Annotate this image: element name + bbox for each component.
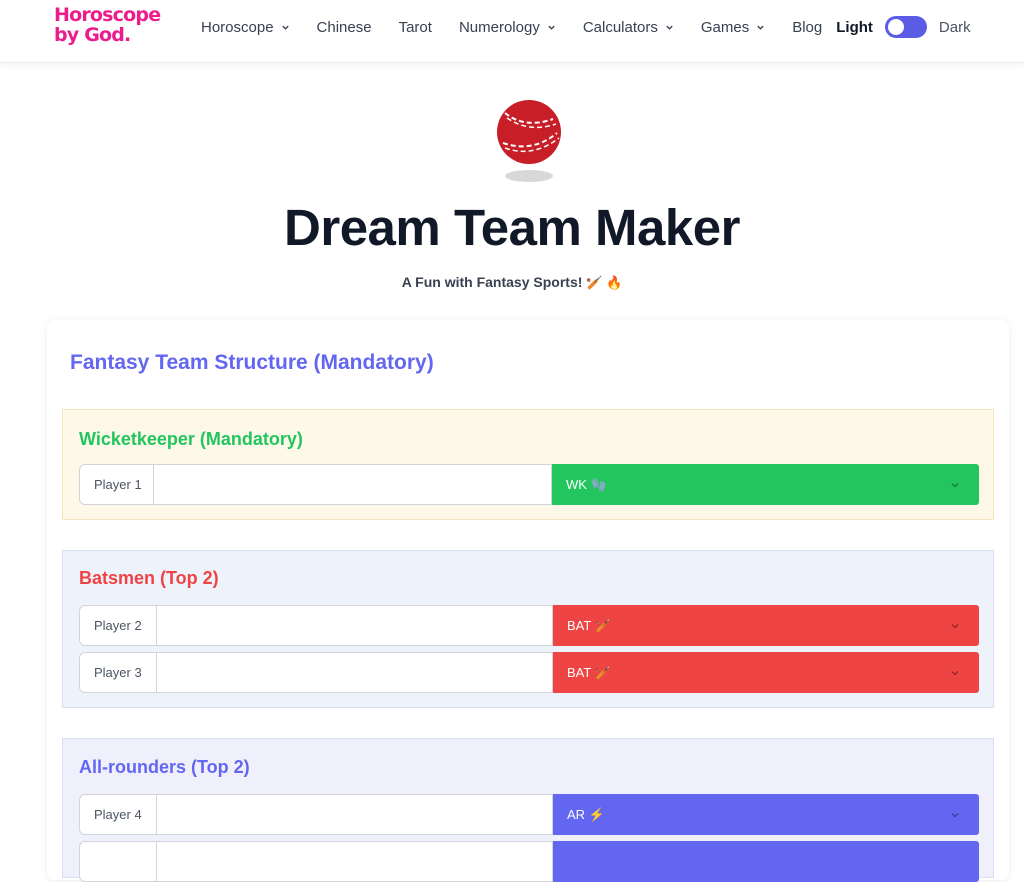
theme-toggle[interactable] <box>884 16 927 38</box>
role-select[interactable] <box>553 841 979 882</box>
role-select[interactable]: BAT 🏏 <box>553 652 979 693</box>
player-row: Player 2 BAT 🏏 <box>79 605 979 646</box>
nav-item-chinese[interactable]: Chinese <box>317 19 372 36</box>
player-label: Player 3 <box>79 652 156 693</box>
chevron-down-icon <box>951 483 959 488</box>
role-value: BAT 🏏 <box>567 617 611 633</box>
nav-item-label: Numerology <box>458 18 540 36</box>
chevron-down-icon <box>951 671 959 676</box>
player-label: Player 1 <box>79 464 153 505</box>
role-value: BAT 🏏 <box>567 664 611 680</box>
player-label <box>79 841 156 882</box>
player-label: Player 4 <box>79 794 156 835</box>
nav-item-label: Blog <box>792 18 823 36</box>
player-label: Player 2 <box>79 605 156 646</box>
theme-light-label: Light <box>836 18 873 36</box>
nav-item-calculators[interactable]: Calculators <box>583 19 674 36</box>
section-title: Wicketkeeper (Mandatory) <box>79 429 303 449</box>
chevron-down-icon <box>548 25 555 30</box>
chevron-down-icon <box>951 624 959 629</box>
nav-item-label: Games <box>700 18 750 36</box>
role-select[interactable]: WK 🧤 <box>552 464 979 505</box>
subtitle-text: A Fun with Fantasy Sports! <box>401 274 583 290</box>
subtitle-emoji: 🏏 🔥 <box>586 275 623 290</box>
theme-switcher: Light Dark <box>836 16 971 38</box>
player-name-input[interactable] <box>156 605 553 646</box>
player-row: Player 3 BAT 🏏 <box>79 652 979 693</box>
site-logo[interactable]: Horoscope by God. <box>54 5 164 45</box>
player-row <box>79 841 979 882</box>
main-nav: Horoscope Chinese Tarot Numerology Calcu… <box>201 0 971 54</box>
page-subtitle: A Fun with Fantasy Sports! 🏏 🔥 <box>0 274 1024 291</box>
nav-item-label: Horoscope <box>201 18 274 36</box>
role-select[interactable]: AR ⚡ <box>553 794 979 835</box>
nav-item-label: Tarot <box>398 18 432 36</box>
section-wicketkeeper: Wicketkeeper (Mandatory) Player 1 WK 🧤 <box>62 409 994 520</box>
site-header: Horoscope by God. Horoscope Chinese Taro… <box>0 0 1024 63</box>
structure-title: Fantasy Team Structure (Mandatory) <box>70 351 434 374</box>
nav-item-label: Calculators <box>582 18 658 36</box>
theme-dark-label: Dark <box>938 18 971 36</box>
player-name-input[interactable] <box>156 794 553 835</box>
nav-item-games[interactable]: Games <box>701 19 765 36</box>
chevron-down-icon <box>281 25 289 30</box>
nav-item-blog[interactable]: Blog <box>792 19 822 36</box>
logo-line-2: by God. <box>54 24 131 46</box>
chevron-down-icon <box>951 813 959 818</box>
section-batsmen: Batsmen (Top 2) Player 2 BAT 🏏 Player 3 … <box>62 550 994 708</box>
player-name-input[interactable] <box>156 652 553 693</box>
nav-item-tarot[interactable]: Tarot <box>399 19 432 36</box>
role-select[interactable]: BAT 🏏 <box>553 605 979 646</box>
nav-item-numerology[interactable]: Numerology <box>459 19 556 36</box>
chevron-down-icon <box>666 25 673 30</box>
player-row: Player 4 AR ⚡ <box>79 794 979 835</box>
page-title: Dream Team Maker <box>284 199 740 256</box>
role-value: AR ⚡ <box>567 806 605 822</box>
player-name-input[interactable] <box>156 841 553 882</box>
player-row: Player 1 WK 🧤 <box>79 464 979 505</box>
chevron-down-icon <box>757 25 764 30</box>
nav-item-horoscope[interactable]: Horoscope <box>201 19 290 36</box>
section-title: Batsmen (Top 2) <box>79 568 219 588</box>
logo-line-1: Horoscope <box>54 4 161 26</box>
role-value: WK 🧤 <box>566 476 607 492</box>
section-all-rounders: All-rounders (Top 2) Player 4 AR ⚡ <box>62 738 994 882</box>
cricket-ball-icon <box>497 100 561 182</box>
player-name-input[interactable] <box>153 464 552 505</box>
section-title: All-rounders (Top 2) <box>79 757 250 777</box>
nav-item-label: Chinese <box>316 18 372 36</box>
toggle-knob <box>887 19 904 35</box>
